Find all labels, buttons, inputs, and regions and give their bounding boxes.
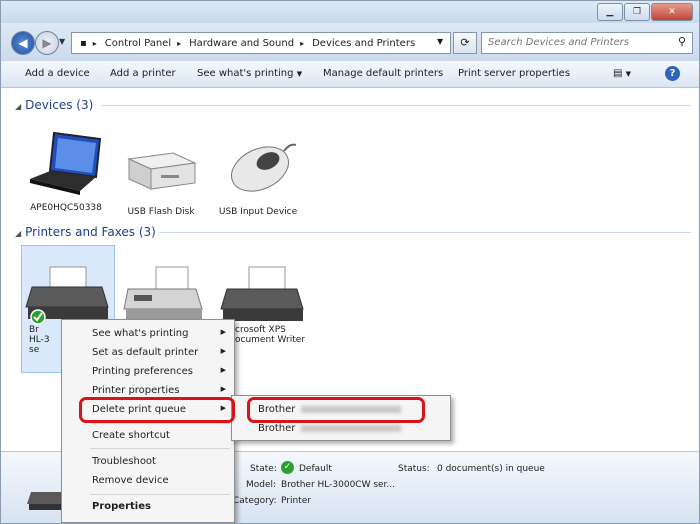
submenu-arrow-icon: ▶ <box>220 347 226 355</box>
breadcrumb-control-panel[interactable]: Control Panel <box>105 38 171 49</box>
see-printing-button[interactable]: See what's printing ▼ <box>197 68 302 79</box>
breadcrumb-hardware-and-sound[interactable]: Hardware and Sound <box>189 38 294 49</box>
printer-icon <box>220 266 304 321</box>
title-bar: ▁ ❐ ✕ <box>1 1 699 23</box>
redacted-text <box>301 424 402 432</box>
menu-item-troubleshoot[interactable]: Troubleshoot <box>92 456 156 467</box>
address-dropdown-icon[interactable]: ▼ <box>437 37 443 46</box>
submenu-item-label: Brother <box>258 423 296 434</box>
menu-item-see-printing[interactable]: See what's printing ▶ <box>92 328 234 339</box>
devices-and-printers-window: ▁ ❐ ✕ ◀ ▶ ▼ ▪ ▸ Control Panel ▸ Hardware… <box>0 0 700 524</box>
device-laptop[interactable]: APE0HQC50338 <box>21 129 111 213</box>
menu-item-printing-preferences[interactable]: Printing preferences ▶ <box>92 366 234 377</box>
usb-drive-icon <box>127 152 197 190</box>
menu-item-remove-device[interactable]: Remove device <box>92 475 169 486</box>
collapse-icon: ◢ <box>15 229 22 238</box>
menu-item-label: Printing preferences <box>92 366 193 377</box>
refresh-button[interactable]: ⟳ <box>453 32 477 54</box>
menu-separator <box>90 423 230 424</box>
breadcrumb-separator-icon[interactable]: ▸ <box>93 39 97 48</box>
menu-separator <box>90 494 230 495</box>
forward-button[interactable]: ▶ <box>35 31 59 55</box>
submenu-item-printer-2[interactable]: Brother <box>258 423 402 434</box>
category-label: Category: <box>233 496 277 506</box>
fax-icon <box>123 266 203 319</box>
menu-item-label: Printer properties <box>92 385 180 396</box>
chevron-down-icon: ▼ <box>296 70 303 78</box>
menu-separator <box>90 448 230 449</box>
maximize-button[interactable]: ❐ <box>624 3 650 21</box>
device-usb-flash-disk[interactable]: USB Flash Disk <box>116 137 206 217</box>
navigation-bar: ◀ ▶ ▼ ▪ ▸ Control Panel ▸ Hardware and S… <box>1 23 699 61</box>
view-options-button[interactable]: ▤ ▼ <box>613 68 631 79</box>
back-button[interactable]: ◀ <box>11 31 35 55</box>
highlight-brother-queue <box>247 397 425 423</box>
submenu-arrow-icon: ▶ <box>220 385 226 393</box>
status-value: 0 document(s) in queue <box>437 464 545 474</box>
printer-fax[interactable] <box>119 265 209 323</box>
printer-icon <box>25 266 109 325</box>
help-icon[interactable]: ? <box>665 66 680 81</box>
laptop-icon <box>30 131 102 195</box>
collapse-icon: ◢ <box>15 102 22 111</box>
menu-item-set-default[interactable]: Set as default printer ▶ <box>92 347 234 358</box>
print-server-properties-button[interactable]: Print server properties <box>458 68 570 79</box>
category-value: Printer <box>281 496 311 506</box>
menu-item-label: Set as default printer <box>92 347 199 358</box>
divider <box>101 105 691 106</box>
devices-group-header[interactable]: ◢ Devices (3) <box>15 98 93 112</box>
printers-group-header[interactable]: ◢ Printers and Faxes (3) <box>15 225 156 239</box>
menu-item-printer-properties[interactable]: Printer properties ▶ <box>92 385 234 396</box>
device-label: APE0HQC50338 <box>30 203 102 213</box>
printers-group-title: Printers and Faxes (3) <box>25 225 156 239</box>
mouse-icon <box>231 143 297 192</box>
menu-item-create-shortcut[interactable]: Create shortcut <box>92 430 170 441</box>
recent-pages-dropdown[interactable]: ▼ <box>59 37 65 46</box>
status-label: Status: <box>398 464 430 474</box>
divider <box>159 232 691 233</box>
submenu-arrow-icon: ▶ <box>220 366 226 374</box>
add-device-button[interactable]: Add a device <box>25 68 90 79</box>
state-label: State: <box>250 464 277 474</box>
device-usb-input[interactable]: USB Input Device <box>213 137 303 217</box>
see-printing-label: See what's printing <box>197 68 294 79</box>
minimize-button[interactable]: ▁ <box>597 3 623 21</box>
device-label: USB Flash Disk <box>127 207 195 217</box>
model-value: Brother HL-3000CW ser... <box>281 480 396 490</box>
address-bar[interactable]: ▪ ▸ Control Panel ▸ Hardware and Sound ▸… <box>71 32 451 54</box>
device-label: USB Input Device <box>218 207 298 217</box>
manage-default-printers-button[interactable]: Manage default printers <box>323 68 443 79</box>
search-icon[interactable]: ⚲ <box>678 35 686 48</box>
menu-item-properties[interactable]: Properties <box>92 501 151 512</box>
highlight-delete-print-queue <box>79 397 235 423</box>
menu-item-label: See what's printing <box>92 328 189 339</box>
window-controls: ▁ ❐ ✕ <box>596 3 693 21</box>
devices-group-title: Devices (3) <box>25 98 94 112</box>
state-value: Default <box>299 464 332 474</box>
breadcrumb-devices-and-printers[interactable]: Devices and Printers <box>312 38 415 49</box>
model-label: Model: <box>246 480 277 490</box>
close-button[interactable]: ✕ <box>651 3 693 21</box>
submenu-arrow-icon: ▶ <box>220 328 226 336</box>
default-check-icon: ✓ <box>281 461 294 474</box>
command-bar: Add a device Add a printer See what's pr… <box>1 61 699 88</box>
control-panel-icon: ▪ <box>80 37 87 49</box>
breadcrumb-separator-icon[interactable]: ▸ <box>177 39 181 48</box>
search-input[interactable] <box>482 33 674 51</box>
breadcrumb-separator-icon[interactable]: ▸ <box>300 39 304 48</box>
add-printer-button[interactable]: Add a printer <box>110 68 176 79</box>
search-box[interactable]: ⚲ <box>481 32 693 54</box>
